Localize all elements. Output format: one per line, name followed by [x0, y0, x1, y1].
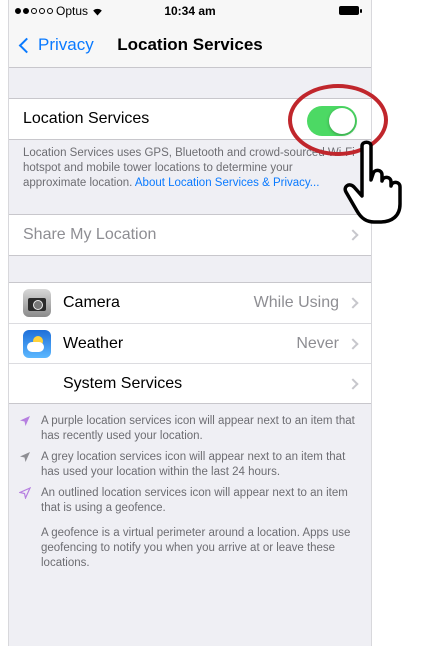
about-location-privacy-link[interactable]: About Location Services & Privacy... [135, 177, 320, 189]
location-services-label: Location Services [23, 110, 150, 127]
share-my-location-label: Share My Location [23, 226, 157, 243]
geofence-explanation: A geofence is a virtual perimeter around… [41, 527, 351, 569]
share-my-location-row[interactable]: Share My Location [9, 215, 371, 255]
chevron-right-icon [347, 377, 359, 390]
page-title: Location Services [117, 35, 263, 54]
app-name: System Services [63, 374, 183, 392]
app-row-camera[interactable]: Camera While Using [9, 283, 371, 323]
chevron-right-icon [347, 297, 359, 309]
legend-item: An outlined location services icon will … [9, 486, 371, 516]
chevron-right-icon [347, 229, 359, 241]
legend-item: A grey location services icon will appea… [9, 450, 371, 480]
location-services-description: Location Services uses GPS, Bluetooth an… [23, 147, 355, 189]
weather-icon [23, 329, 51, 358]
navigation-bar: Privacy Location Services [9, 22, 371, 68]
camera-icon [23, 289, 51, 317]
location-arrow-outlined-icon [19, 487, 31, 499]
app-row-weather[interactable]: Weather Never [9, 323, 371, 363]
status-bar: Optus 10:34 am [9, 0, 371, 22]
share-location-group: Share My Location [9, 214, 371, 256]
battery-icon [339, 6, 362, 15]
location-icon-legend: A purple location services icon will app… [9, 414, 371, 571]
app-row-system-services[interactable]: System Services [9, 363, 371, 403]
apps-group: Camera While Using Weather Never System … [9, 282, 371, 404]
app-permission-value: Never [296, 334, 339, 352]
clock: 10:34 am [164, 4, 216, 18]
app-permission-value: While Using [253, 294, 339, 311]
chevron-right-icon [347, 337, 359, 350]
app-name: Camera [63, 294, 120, 311]
pointing-hand-icon [343, 140, 402, 224]
location-arrow-purple-icon [20, 416, 30, 426]
app-name: Weather [63, 334, 124, 352]
location-arrow-grey-icon [20, 452, 30, 462]
legend-item: A purple location services icon will app… [9, 414, 371, 444]
